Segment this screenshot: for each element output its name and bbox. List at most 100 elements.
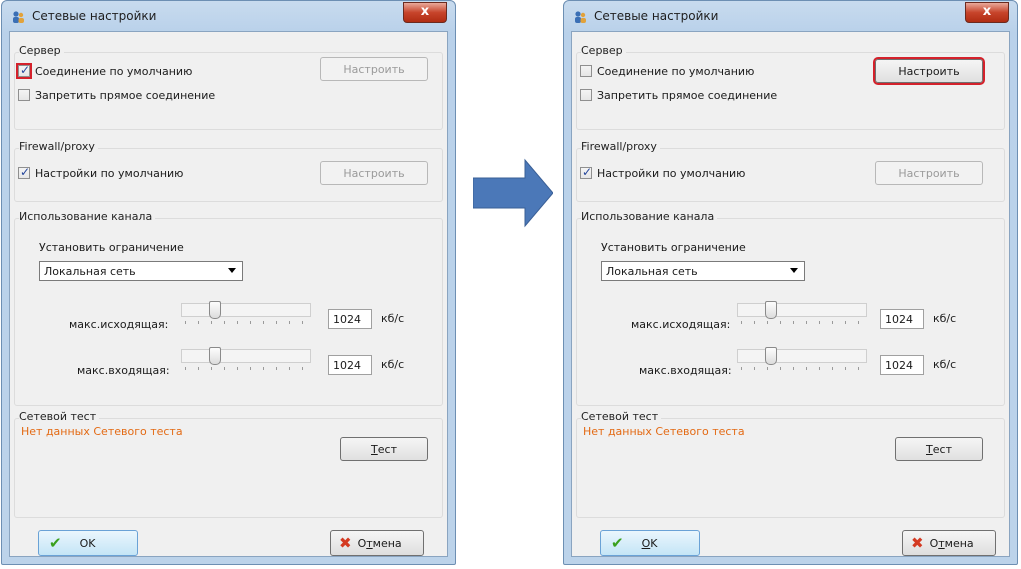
firewall-defaults-checkbox[interactable]: ✓ Настройки по умолчанию: [580, 165, 745, 181]
server-group: Сервер Соединение по умолчанию Запретить…: [576, 44, 1005, 130]
server-group-title: Сервер: [581, 44, 626, 57]
cancel-button[interactable]: ✖ Отмена: [330, 530, 424, 556]
network-test-title: Сетевой тест: [581, 410, 662, 423]
download-unit: кб/с: [381, 358, 405, 371]
default-connection-checkbox[interactable]: Соединение по умолчанию: [580, 63, 754, 79]
download-label: макс.входящая:: [77, 364, 170, 377]
download-unit: кб/с: [933, 358, 957, 371]
slider-thumb[interactable]: [765, 347, 777, 365]
cancel-button-label: Отмена: [357, 536, 402, 550]
slider-track: [737, 349, 867, 363]
window-title: Сетевые настройки: [32, 9, 157, 23]
checkmark-icon: ✓: [20, 63, 31, 77]
test-button-label: ест: [932, 442, 952, 456]
server-configure-button[interactable]: Настроить: [873, 57, 985, 85]
download-input[interactable]: 1024: [880, 355, 924, 375]
checkbox-label: Настройки по умолчанию: [35, 166, 184, 180]
checkmark-icon: ✔: [49, 534, 62, 552]
test-button[interactable]: Тест: [340, 437, 428, 461]
checkmark-icon: ✓: [582, 165, 593, 179]
title-bar[interactable]: Сетевые настройки x: [2, 1, 455, 31]
checkbox-box[interactable]: [18, 89, 30, 101]
firewall-configure-button[interactable]: Настроить: [875, 161, 983, 185]
server-group-title: Сервер: [19, 44, 64, 57]
slider-thumb[interactable]: [765, 301, 777, 319]
checkbox-box[interactable]: ✓: [18, 165, 31, 179]
forbid-direct-checkbox[interactable]: Запретить прямое соединение: [580, 87, 777, 103]
upload-unit: кб/с: [933, 312, 957, 325]
firewall-group: Firewall/proxy ✓ Настройки по умолчанию …: [14, 140, 443, 202]
server-configure-button[interactable]: Настроить: [320, 57, 428, 81]
close-button[interactable]: x: [403, 2, 447, 23]
checkbox-label: Соединение по умолчанию: [35, 64, 193, 78]
checkmark-icon: ✓: [20, 165, 31, 179]
close-button[interactable]: x: [965, 2, 1009, 23]
network-test-status: Нет данных Сетевого теста: [21, 425, 183, 438]
network-test-group: Сетевой тест Нет данных Сетевого теста Т…: [576, 410, 1005, 518]
ok-button[interactable]: ✔ OK: [600, 530, 700, 556]
upload-slider[interactable]: [181, 301, 311, 327]
upload-label: макс.исходящая:: [69, 318, 169, 331]
test-button-accel: Т: [926, 442, 933, 456]
network-settings-window-after: Сетевые настройки x Сервер Соединение по…: [563, 0, 1018, 565]
slider-thumb[interactable]: [209, 301, 221, 319]
checkbox-box[interactable]: [580, 89, 592, 101]
channel-group-title: Использование канала: [19, 210, 156, 223]
limit-label: Установить ограничение: [601, 241, 746, 254]
download-slider[interactable]: [737, 347, 867, 373]
checkbox-label: Настройки по умолчанию: [597, 166, 746, 180]
ok-button-label: OK: [641, 536, 658, 550]
server-group: Сервер ✓ Соединение по умолчанию Запрети…: [14, 44, 443, 130]
ok-button-label: OK: [79, 536, 96, 550]
title-bar[interactable]: Сетевые настройки x: [564, 1, 1017, 31]
checkmark-icon: ✔: [611, 534, 624, 552]
users-icon: [575, 11, 586, 23]
upload-unit: кб/с: [381, 312, 405, 325]
chevron-down-icon: [228, 268, 236, 273]
upload-input[interactable]: 1024: [328, 309, 372, 329]
channel-group: Использование канала Установить ограниче…: [14, 210, 443, 406]
slider-track: [737, 303, 867, 317]
dialog-client-area: Сервер ✓ Соединение по умолчанию Запрети…: [9, 31, 448, 557]
red-x-icon: ✖: [339, 534, 352, 552]
slider-ticks: [741, 367, 863, 370]
upload-label: макс.исходящая:: [631, 318, 731, 331]
limit-dropdown[interactable]: Локальная сеть: [39, 261, 243, 281]
firewall-defaults-checkbox[interactable]: ✓ Настройки по умолчанию: [18, 165, 183, 181]
checkbox-box[interactable]: ✓: [580, 165, 593, 179]
upload-input[interactable]: 1024: [880, 309, 924, 329]
limit-dropdown-value: Локальная сеть: [44, 264, 136, 278]
default-connection-checkbox[interactable]: ✓ Соединение по умолчанию: [16, 63, 193, 79]
firewall-group: Firewall/proxy ✓ Настройки по умолчанию …: [576, 140, 1005, 202]
slider-ticks: [185, 321, 307, 324]
cancel-button[interactable]: ✖ Отмена: [902, 530, 996, 556]
download-input[interactable]: 1024: [328, 355, 372, 375]
chevron-down-icon: [790, 268, 798, 273]
dialog-client-area: Сервер Соединение по умолчанию Запретить…: [571, 31, 1010, 557]
checkbox-label: Запретить прямое соединение: [597, 88, 778, 102]
download-label: макс.входящая:: [639, 364, 732, 377]
upload-slider[interactable]: [737, 301, 867, 327]
slider-thumb[interactable]: [209, 347, 221, 365]
checkbox-label: Запретить прямое соединение: [35, 88, 216, 102]
red-x-icon: ✖: [911, 534, 924, 552]
limit-label: Установить ограничение: [39, 241, 184, 254]
checkbox-box[interactable]: ✓: [16, 63, 32, 79]
limit-dropdown-value: Локальная сеть: [606, 264, 698, 278]
ok-button[interactable]: ✔ OK: [38, 530, 138, 556]
slider-ticks: [185, 367, 307, 370]
network-test-status: Нет данных Сетевого теста: [583, 425, 745, 438]
slider-track: [181, 303, 311, 317]
test-button-accel: Т: [371, 442, 378, 456]
users-icon: [13, 11, 24, 23]
firewall-configure-button[interactable]: Настроить: [320, 161, 428, 185]
download-slider[interactable]: [181, 347, 311, 373]
slider-track: [181, 349, 311, 363]
test-button[interactable]: Тест: [895, 437, 983, 461]
forbid-direct-checkbox[interactable]: Запретить прямое соединение: [18, 87, 215, 103]
network-test-title: Сетевой тест: [19, 410, 100, 423]
limit-dropdown[interactable]: Локальная сеть: [601, 261, 805, 281]
network-settings-window-before: Сетевые настройки x Сервер ✓ Соединение …: [1, 0, 456, 565]
checkbox-box[interactable]: [580, 65, 592, 77]
test-button-label: ест: [377, 442, 397, 456]
